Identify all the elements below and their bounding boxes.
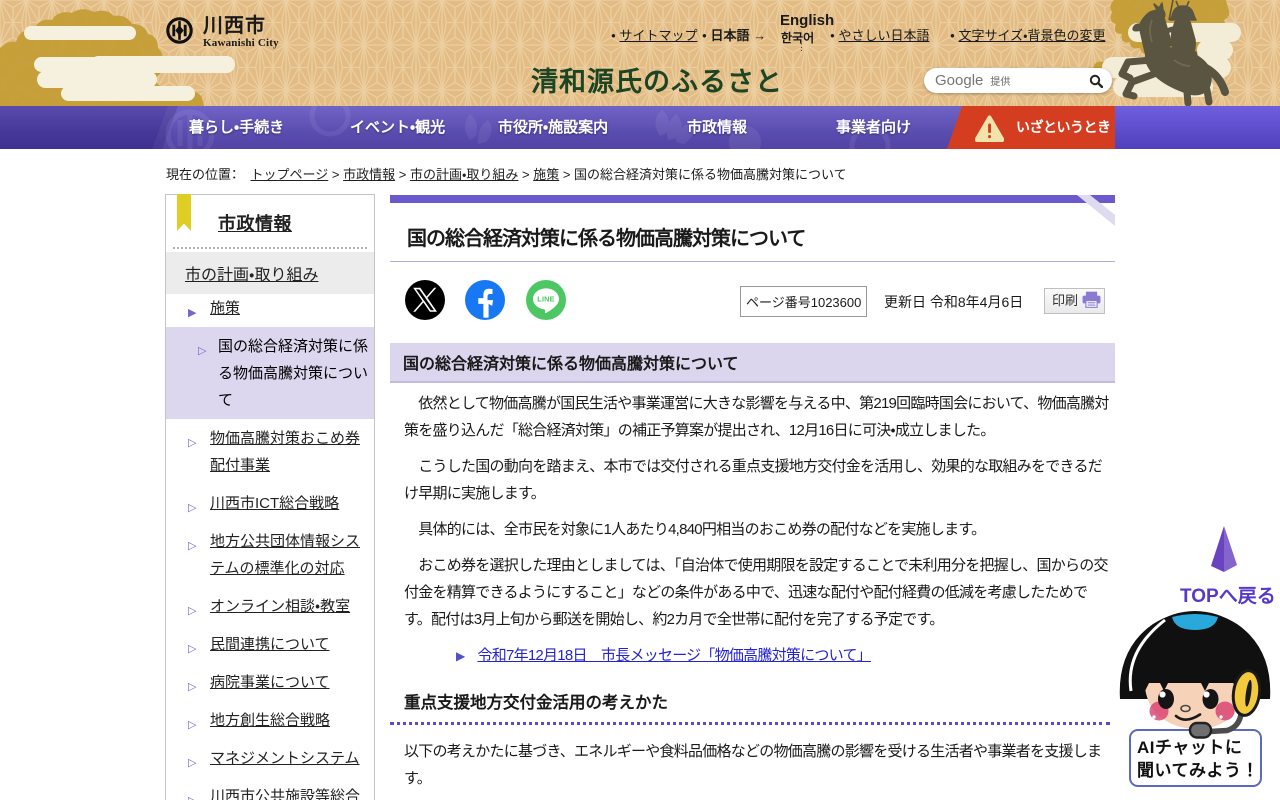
svg-text:LINE: LINE (537, 295, 554, 304)
